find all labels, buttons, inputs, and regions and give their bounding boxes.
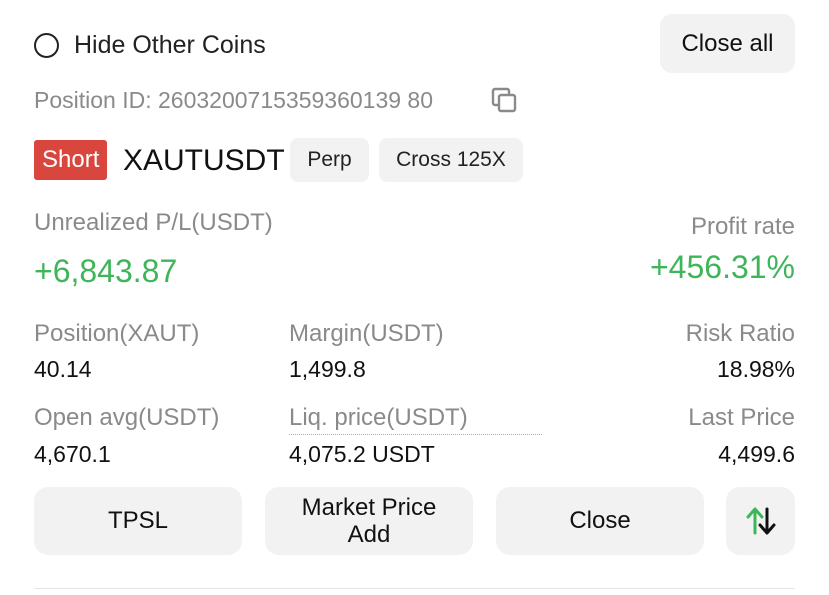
position-id: Position ID: 2603200715359360139 80 [34,87,434,113]
profit-rate-value: +456.31% [649,249,795,285]
side-badge: Short [34,140,108,180]
margin-value: 1,499.8 [289,356,366,382]
bottom-divider [34,588,795,589]
risk-ratio-label: Risk Ratio [685,320,795,347]
margin-label: Margin(USDT) [289,320,444,347]
hide-other-coins-radio[interactable] [34,33,59,58]
hide-other-coins-label[interactable]: Hide Other Coins [74,30,266,60]
open-avg-label: Open avg(USDT) [34,404,220,431]
position-size-value: 40.14 [34,356,92,382]
unrealized-pnl-label: Unrealized P/L(USDT) [34,209,273,236]
liq-price-underline [289,434,542,435]
last-price-label: Last Price [688,404,795,431]
unrealized-pnl-value: +6,843.87 [34,253,178,289]
market-price-add-line1: Market Price [301,494,437,521]
open-avg-value: 4,670.1 [34,441,111,467]
close-position-button[interactable]: Close [496,487,704,555]
swap-arrows-icon [746,507,775,535]
position-size-label: Position(XAUT) [34,320,200,347]
tpsl-button[interactable]: TPSL [34,487,242,555]
liq-price-value: 4,075.2 USDT [289,441,435,467]
copy-icon[interactable] [490,86,518,114]
market-price-add-button[interactable]: Market Price Add [265,487,473,555]
close-all-button[interactable]: Close all [660,14,795,73]
profit-rate-label: Profit rate [690,213,795,240]
market-price-add-line2: Add [347,521,391,548]
liq-price-label[interactable]: Liq. price(USDT) [289,404,468,432]
risk-ratio-value: 18.98% [716,356,795,382]
reverse-position-button[interactable] [726,487,795,555]
contract-type-chip: Perp [290,138,369,182]
symbol-name: XAUTUSDT [123,144,285,177]
margin-mode-chip[interactable]: Cross 125X [379,138,523,182]
last-price-value: 4,499.6 [718,441,795,467]
